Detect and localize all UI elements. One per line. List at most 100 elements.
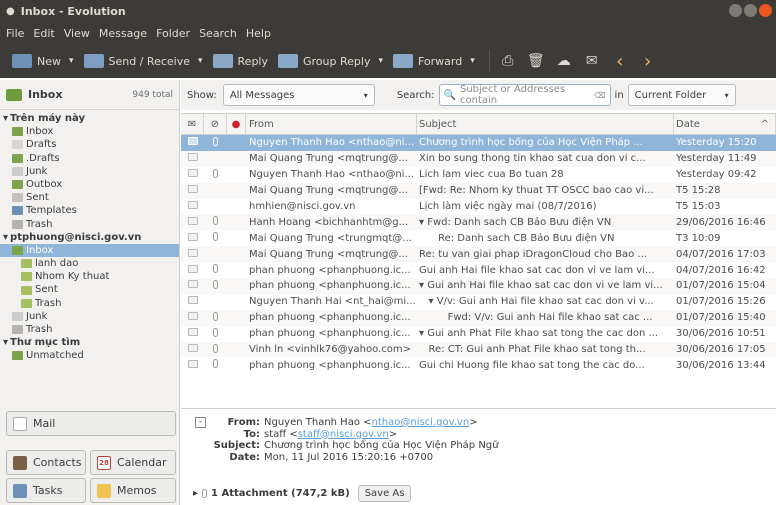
- read-status-cell[interactable]: [181, 153, 204, 164]
- message-row[interactable]: phan phuong <phanphuong.ic... ▾ Gui anh P…: [181, 326, 776, 342]
- new-button[interactable]: New ▾: [12, 47, 74, 75]
- message-row[interactable]: Mai Quang Trung <mqtrung@... Re: tu van g…: [181, 246, 776, 263]
- folder-item[interactable]: Trash: [0, 297, 179, 310]
- forward-button[interactable]: Forward ▾: [392, 47, 475, 75]
- subject-column-header[interactable]: Subject: [417, 113, 674, 135]
- read-status-cell[interactable]: [181, 344, 204, 355]
- message-row[interactable]: Hanh Hoang <bichhanhtm@g... ▾ Fwd: Danh s…: [181, 214, 776, 231]
- message-row[interactable]: Mai Quang Trung <mqtrung@... [Fwd: Re: Nh…: [181, 182, 776, 199]
- folder-item[interactable]: Inbox: [0, 243, 179, 258]
- forward-dropdown-icon[interactable]: ▾: [470, 56, 475, 66]
- group-reply-dropdown-icon[interactable]: ▾: [378, 56, 383, 66]
- send-receive-dropdown-icon[interactable]: ▾: [198, 56, 203, 66]
- reply-button[interactable]: Reply: [212, 47, 268, 75]
- expand-attachments-icon[interactable]: ▸: [193, 488, 198, 499]
- message-row[interactable]: Nguyen Thanh Hao <nthao@ni... Chương trìn…: [181, 135, 776, 151]
- read-status-cell[interactable]: [181, 216, 204, 228]
- folder-item[interactable]: lanh dao: [0, 257, 179, 270]
- attachment-column-header[interactable]: ⊘: [204, 113, 227, 135]
- search-scope-select[interactable]: Current Folder ▾: [627, 84, 736, 106]
- search-input[interactable]: 🔍 Subject or Addresses contain ⌫: [438, 84, 611, 106]
- switcher-memos[interactable]: Memos: [90, 478, 176, 503]
- show-filter-select[interactable]: All Messages ▾: [222, 84, 375, 106]
- folder-item[interactable]: .Drafts: [0, 152, 179, 165]
- menu-edit[interactable]: Edit: [33, 27, 54, 40]
- flag-column-header[interactable]: ●: [227, 113, 246, 135]
- read-status-cell[interactable]: [181, 137, 204, 148]
- menu-message[interactable]: Message: [99, 27, 147, 40]
- folder-item[interactable]: Trash: [0, 218, 179, 231]
- from-email-link[interactable]: nthao@nisci.gov.vn: [372, 417, 470, 428]
- read-status-cell[interactable]: [181, 201, 204, 212]
- next-icon[interactable]: ›: [637, 50, 659, 72]
- date-column-header[interactable]: Date ^: [674, 113, 776, 135]
- clear-search-icon[interactable]: ⌫: [594, 91, 605, 100]
- read-status-cell[interactable]: [181, 359, 204, 371]
- switcher-mail[interactable]: Mail: [6, 411, 176, 436]
- folder-item[interactable]: Templates: [0, 204, 179, 217]
- message-row[interactable]: phan phuong <phanphuong.ic... Fwd: V/v: …: [181, 309, 776, 326]
- message-row[interactable]: Nguyen Thanh Hai <nt_hai@mi... ▾ V/v: Gu…: [181, 294, 776, 310]
- status-column-header[interactable]: ✉: [181, 113, 204, 135]
- new-dropdown-icon[interactable]: ▾: [69, 56, 74, 66]
- send-receive-button[interactable]: Send / Receive ▾: [83, 47, 203, 75]
- account-header[interactable]: ▾ Thư mục tìm: [0, 336, 179, 349]
- switcher-tasks[interactable]: Tasks: [6, 478, 86, 503]
- group-reply-button[interactable]: Group Reply ▾: [278, 47, 383, 75]
- read-status-cell[interactable]: [181, 280, 204, 291]
- message-row[interactable]: phan phuong <phanphuong.ic... Gui chi Huo…: [181, 357, 776, 373]
- expander-icon[interactable]: ▾: [3, 231, 8, 244]
- print-icon[interactable]: ⎙: [497, 50, 519, 72]
- expander-icon[interactable]: ▾: [3, 336, 8, 349]
- date-header: Date: Mon, 11 Jul 2016 15:20:16 +0700: [203, 452, 498, 464]
- not-junk-icon[interactable]: ✉: [581, 50, 603, 72]
- message-row[interactable]: phan phuong <phanphuong.ic... Gui anh Hai…: [181, 262, 776, 278]
- folder-item[interactable]: Unmatched: [0, 349, 179, 362]
- read-status-cell[interactable]: [181, 232, 204, 244]
- switcher-contacts[interactable]: Contacts: [6, 450, 86, 475]
- folder-item[interactable]: Sent: [0, 283, 179, 296]
- menu-help[interactable]: Help: [246, 27, 271, 40]
- search-icon[interactable]: 🔍: [444, 90, 456, 101]
- expander-icon[interactable]: ▾: [3, 112, 8, 125]
- previous-icon[interactable]: ‹: [609, 50, 631, 72]
- read-status-cell[interactable]: [181, 296, 204, 307]
- menu-view[interactable]: View: [64, 27, 90, 40]
- folder-item[interactable]: Nhom Ky thuat: [0, 270, 179, 283]
- message-row[interactable]: phan phuong <phanphuong.ic... ▾ Gui anh H…: [181, 278, 776, 294]
- read-status-cell[interactable]: [181, 169, 204, 180]
- read-status-cell[interactable]: [181, 312, 204, 323]
- delete-icon[interactable]: 🗑: [525, 50, 547, 72]
- read-status-cell[interactable]: [181, 328, 204, 339]
- folder-item[interactable]: Inbox: [0, 125, 179, 138]
- read-status-cell[interactable]: [181, 264, 204, 276]
- read-status-cell[interactable]: [181, 185, 204, 196]
- folder-item[interactable]: Junk: [0, 310, 179, 323]
- folder-item[interactable]: Drafts: [0, 138, 179, 151]
- menu-file[interactable]: File: [6, 27, 24, 40]
- message-row[interactable]: Nguyen Thanh Hao <nthao@ni... Lich lam vi…: [181, 167, 776, 183]
- menu-search[interactable]: Search: [199, 27, 237, 40]
- account-header[interactable]: ▾ Trên máy này: [0, 112, 179, 125]
- message-row[interactable]: hmhien@nisci.gov.vn Lịch làm việc ngày ma…: [181, 199, 776, 215]
- minimize-button[interactable]: [729, 4, 742, 17]
- window-menu-icon[interactable]: ●: [6, 6, 15, 17]
- save-as-button[interactable]: Save As: [357, 485, 412, 502]
- group-reply-icon: [278, 54, 298, 68]
- folder-item[interactable]: Junk: [0, 165, 179, 178]
- close-button[interactable]: [759, 4, 772, 17]
- switcher-calendar[interactable]: 28 Calendar: [90, 450, 176, 475]
- folder-item[interactable]: Trash: [0, 323, 179, 336]
- message-row[interactable]: Mai Quang Trung <mqtrung@... Xin bo sung …: [181, 150, 776, 167]
- folder-item[interactable]: Sent: [0, 191, 179, 204]
- menu-folder[interactable]: Folder: [156, 27, 190, 40]
- read-status-cell[interactable]: [181, 248, 204, 260]
- message-row[interactable]: Mai Quang Trung <trungmqt@... Re: Danh s…: [181, 230, 776, 246]
- to-email-link[interactable]: staff@nisci.gov.vn: [298, 429, 389, 440]
- folder-item[interactable]: Outbox: [0, 178, 179, 191]
- junk-icon[interactable]: ☁: [553, 50, 575, 72]
- from-column-header[interactable]: From: [246, 113, 417, 135]
- account-header[interactable]: ▾ ptphuong@nisci.gov.vn: [0, 231, 179, 244]
- maximize-button[interactable]: [744, 4, 757, 17]
- message-row[interactable]: Vinh ln <vinhlk76@yahoo.com> Re: CT: Gui…: [181, 341, 776, 358]
